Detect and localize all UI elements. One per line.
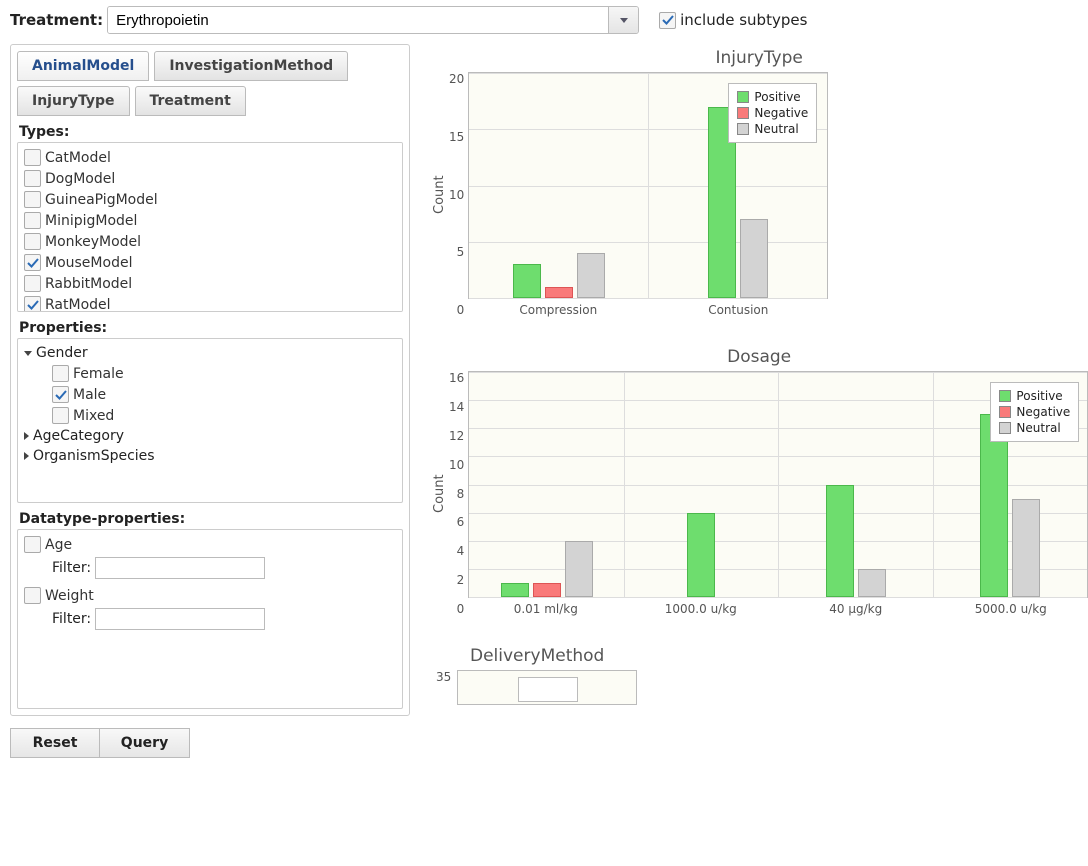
bar-positive <box>513 264 541 298</box>
type-item-rabbitmodel[interactable]: RabbitModel <box>24 273 400 294</box>
reset-button[interactable]: Reset <box>10 728 100 758</box>
tree-node-gender[interactable]: Gender <box>24 343 396 363</box>
type-item-guineapigmodel[interactable]: GuineaPigModel <box>24 189 400 210</box>
chart-legend: Positive Negative Neutral <box>990 382 1079 442</box>
include-subtypes-label: include subtypes <box>680 11 807 29</box>
y-tick: 12 <box>449 429 464 443</box>
filter-input-weight[interactable] <box>95 608 265 630</box>
y-tick: 0 <box>457 303 465 317</box>
chevron-right-icon <box>24 452 29 460</box>
y-tick: 35 <box>430 670 457 684</box>
x-tick: 0.01 ml/kg <box>468 602 623 616</box>
type-item-mousemodel[interactable]: MouseModel <box>24 252 400 273</box>
chevron-down-icon <box>620 18 628 23</box>
tree-node-agecategory[interactable]: AgeCategory <box>24 426 396 446</box>
y-tick: 14 <box>449 400 464 414</box>
x-tick: 5000.0 u/kg <box>933 602 1088 616</box>
treatment-dropdown-button[interactable] <box>608 7 638 33</box>
y-tick: 5 <box>457 245 465 259</box>
bar-group <box>469 372 624 597</box>
chart-title: DeliveryMethod <box>430 646 1088 666</box>
bar-neutral <box>858 569 886 597</box>
filter-input-age[interactable] <box>95 557 265 579</box>
type-item-minipigmodel[interactable]: MinipigModel <box>24 210 400 231</box>
y-axis-label: Count <box>430 72 449 317</box>
bar-negative <box>545 287 573 298</box>
property-item-male[interactable]: Male <box>52 384 396 405</box>
bar-neutral <box>565 541 593 597</box>
bar-neutral <box>740 219 768 298</box>
y-tick: 15 <box>449 130 464 144</box>
x-tick: Compression <box>468 303 648 317</box>
properties-label: Properties: <box>19 320 403 336</box>
datatype-item-age[interactable]: Age <box>24 534 396 555</box>
chart-legend <box>518 677 578 702</box>
treatment-label: Treatment: <box>10 11 103 29</box>
chart-plot-area: Positive Negative Neutral <box>468 72 828 299</box>
chart-plot-area <box>457 670 637 705</box>
chart-legend: Positive Negative Neutral <box>728 83 817 143</box>
query-button[interactable]: Query <box>100 728 190 758</box>
bar-group <box>778 372 933 597</box>
tab-injurytype[interactable]: InjuryType <box>17 86 130 116</box>
y-tick: 6 <box>457 515 465 529</box>
type-item-dogmodel[interactable]: DogModel <box>24 168 400 189</box>
y-tick: 10 <box>449 188 464 202</box>
filter-label: Filter: <box>52 611 91 627</box>
types-label: Types: <box>19 124 403 140</box>
bar-group <box>469 73 648 298</box>
chart-plot-area: Positive Negative Neutral <box>468 371 1088 598</box>
datatype-properties-box: Age Filter: Weight Filter: <box>17 529 403 709</box>
y-tick: 8 <box>457 487 465 501</box>
tree-node-organismspecies[interactable]: OrganismSpecies <box>24 446 396 466</box>
tab-investigationmethod[interactable]: InvestigationMethod <box>154 51 348 81</box>
types-list[interactable]: CatModel DogModel GuineaPigModel Minipig… <box>17 142 403 312</box>
filter-panel: AnimalModel InvestigationMethod InjuryTy… <box>10 44 410 716</box>
bar-positive <box>826 485 854 598</box>
filter-label: Filter: <box>52 560 91 576</box>
bar-group <box>624 372 779 597</box>
bar-positive <box>687 513 715 597</box>
chevron-down-icon <box>24 351 32 356</box>
chart-title: InjuryType <box>430 48 1088 68</box>
x-tick: 40 µg/kg <box>778 602 933 616</box>
property-item-female[interactable]: Female <box>52 363 396 384</box>
y-tick: 2 <box>457 573 465 587</box>
y-tick: 0 <box>457 602 465 616</box>
datatype-item-weight[interactable]: Weight <box>24 585 396 606</box>
property-item-mixed[interactable]: Mixed <box>52 405 396 426</box>
y-tick: 4 <box>457 544 465 558</box>
y-axis-label: Count <box>430 371 449 616</box>
bar-neutral <box>577 253 605 298</box>
treatment-combobox[interactable] <box>107 6 639 34</box>
type-item-ratmodel[interactable]: RatModel <box>24 294 400 312</box>
bar-positive <box>501 583 529 597</box>
tab-animalmodel[interactable]: AnimalModel <box>17 51 149 81</box>
bar-negative <box>533 583 561 597</box>
tab-treatment[interactable]: Treatment <box>135 86 246 116</box>
x-tick: Contusion <box>648 303 828 317</box>
treatment-input[interactable] <box>108 7 608 33</box>
y-tick: 20 <box>449 72 464 86</box>
y-tick: 16 <box>449 371 464 385</box>
include-subtypes-checkbox[interactable]: include subtypes <box>659 11 807 29</box>
type-item-monkeymodel[interactable]: MonkeyModel <box>24 231 400 252</box>
properties-tree[interactable]: Gender Female Male Mixed AgeCategory Org… <box>17 338 403 503</box>
charts-panel: InjuryType Count 20151050 Positive Negat… <box>430 44 1088 705</box>
type-item-catmodel[interactable]: CatModel <box>24 147 400 168</box>
datatype-properties-label: Datatype-properties: <box>19 511 403 527</box>
bar-neutral <box>1012 499 1040 597</box>
chevron-right-icon <box>24 432 29 440</box>
y-tick: 10 <box>449 458 464 472</box>
x-tick: 1000.0 u/kg <box>623 602 778 616</box>
chart-title: Dosage <box>430 347 1088 367</box>
